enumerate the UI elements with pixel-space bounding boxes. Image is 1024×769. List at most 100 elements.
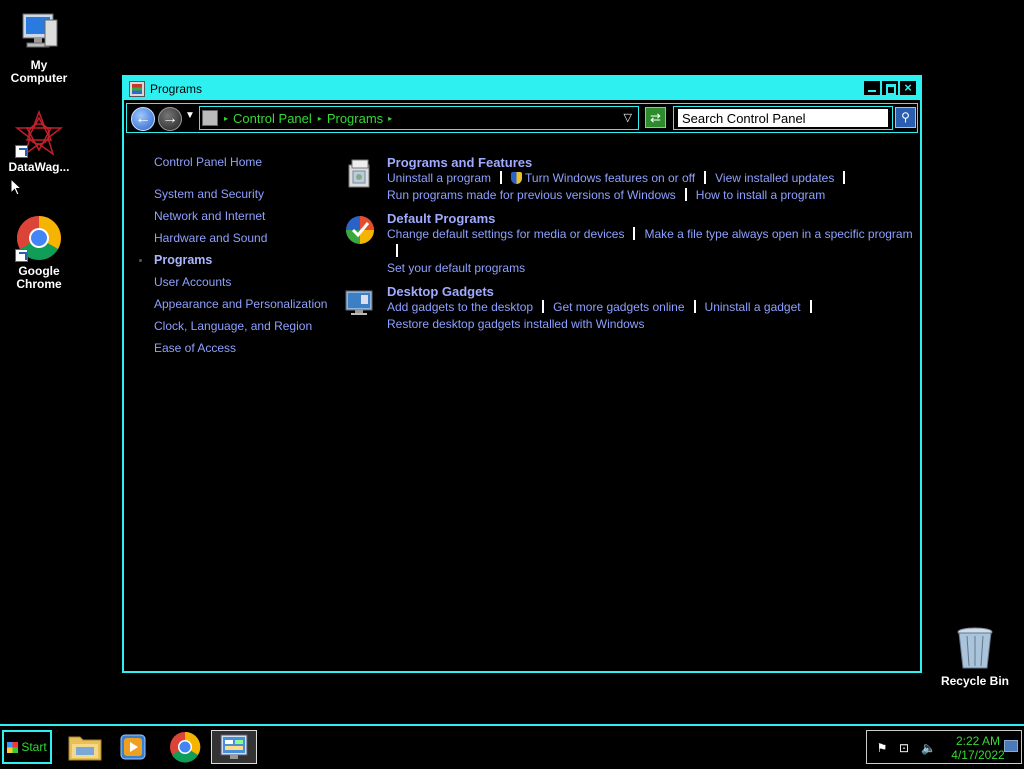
nav-link-ease-of-access[interactable]: Ease of Access <box>154 337 334 359</box>
nav-link-programs[interactable]: Programs <box>139 249 334 271</box>
nav-link-appearance-and-personalization[interactable]: Appearance and Personalization <box>154 293 334 315</box>
chevron-right-icon[interactable]: ▸ <box>318 114 322 123</box>
how-to-install-link[interactable]: How to install a program <box>696 188 825 202</box>
change-media-defaults-link[interactable]: Change default settings for media or dev… <box>387 227 624 241</box>
run-older-programs-link[interactable]: Run programs made for previous versions … <box>387 188 676 202</box>
section-title[interactable]: Default Programs <box>387 211 914 226</box>
volume-icon[interactable]: 🔈 <box>921 741 936 755</box>
back-button[interactable]: ← <box>131 107 155 131</box>
window-controls: × <box>864 81 916 95</box>
turn-windows-features-link[interactable]: Turn Windows features on or off <box>525 171 695 185</box>
close-button[interactable]: × <box>900 81 916 95</box>
arrow-left-icon: ← <box>135 110 151 127</box>
nav-link-hardware-and-sound[interactable]: Hardware and Sound <box>154 227 334 249</box>
desktop-icon-label: DataWag... <box>8 160 70 174</box>
address-dropdown-button[interactable]: ▽ <box>624 111 632 124</box>
breadcrumb-programs[interactable]: ▸ Programs ▸ <box>318 111 397 126</box>
arrow-right-icon: → <box>162 110 178 127</box>
address-bar[interactable]: ▸ Control Panel ▸ Programs ▸ ▽ <box>199 106 639 130</box>
link-separator <box>704 171 707 184</box>
desktop-gadgets-icon <box>344 286 376 318</box>
taskbar-chrome[interactable] <box>162 730 208 764</box>
link-separator <box>542 300 545 313</box>
restore-gadgets-link[interactable]: Restore desktop gadgets installed with W… <box>387 317 644 331</box>
nav-link-system-and-security[interactable]: System and Security <box>154 183 334 205</box>
desktop-icon-label: Recycle Bin <box>940 674 1010 688</box>
control-panel-home-link[interactable]: Control Panel Home <box>154 151 334 173</box>
network-icon[interactable]: ⊡ <box>897 741 911 755</box>
default-programs-icon <box>344 213 376 245</box>
chevron-right-icon[interactable]: ▸ <box>388 114 392 123</box>
chrome-icon <box>170 731 201 763</box>
clock-date: 4/17/2022 <box>951 748 1005 762</box>
link-separator <box>500 171 503 184</box>
search-input[interactable] <box>678 109 888 127</box>
window-title: Programs <box>150 81 203 96</box>
view-installed-updates-link[interactable]: View installed updates <box>715 171 834 185</box>
section-title[interactable]: Programs and Features <box>387 155 914 170</box>
uninstall-gadget-link[interactable]: Uninstall a gadget <box>705 300 801 314</box>
uninstall-program-link[interactable]: Uninstall a program <box>387 171 491 185</box>
window-titlebar[interactable]: Programs × <box>124 77 920 100</box>
action-center-flag-icon[interactable]: ⚑ <box>875 741 889 755</box>
desktop-icon-label: My Computer <box>10 58 68 85</box>
navigation-bar: ← → ▼ ▸ Control Panel ▸ Programs ▸ ▽ ⇄ ⚲ <box>126 103 918 133</box>
desktop-icon-my-computer[interactable]: My Computer <box>1 8 77 85</box>
left-navigation: Control Panel Home System and Security N… <box>139 151 334 359</box>
search-button[interactable]: ⚲ <box>895 107 916 128</box>
add-gadgets-link[interactable]: Add gadgets to the desktop <box>387 300 533 314</box>
link-separator <box>396 244 398 257</box>
windows-logo-icon <box>7 741 19 753</box>
system-tray: ⚑ ⊡ 🔈 2:22 AM 4/17/2022 <box>866 730 1022 764</box>
refresh-icon: ⇄ <box>650 110 661 125</box>
file-type-association-link[interactable]: Make a file type always open in a specif… <box>644 227 912 241</box>
breadcrumb-control-panel[interactable]: ▸ Control Panel <box>224 111 312 126</box>
search-icon: ⚲ <box>901 110 910 124</box>
clock-time: 2:22 AM <box>955 734 1001 748</box>
desktop-icon-datawag[interactable]: DataWag... <box>1 109 77 174</box>
start-button[interactable]: Start <box>2 730 52 764</box>
taskbar: Start ⚑ ⊡ 🔈 2:22 AM 4/17/2022 <box>0 724 1024 768</box>
programs-features-icon <box>344 157 376 189</box>
section-links: Change default settings for media or dev… <box>387 226 914 277</box>
recent-pages-dropdown[interactable]: ▼ <box>185 110 195 121</box>
main-content: Programs and Features Uninstall a progra… <box>344 155 914 339</box>
section-desktop-gadgets: Desktop Gadgets Add gadgets to the deskt… <box>344 284 914 333</box>
control-panel-window: Programs × ← → ▼ ▸ Control Panel ▸ Progr… <box>122 75 922 673</box>
taskbar-media-player[interactable] <box>110 730 156 764</box>
show-desktop-button[interactable] <box>1004 740 1018 752</box>
media-player-icon <box>120 734 146 760</box>
refresh-button[interactable]: ⇄ <box>645 107 666 128</box>
chevron-right-icon[interactable]: ▸ <box>224 114 228 123</box>
section-links: Uninstall a program Turn Windows features… <box>387 170 914 204</box>
get-more-gadgets-link[interactable]: Get more gadgets online <box>553 300 684 314</box>
shortcut-arrow-icon <box>15 249 28 262</box>
nav-link-user-accounts[interactable]: User Accounts <box>154 271 334 293</box>
section-default-programs: Default Programs Change default settings… <box>344 211 914 277</box>
shortcut-arrow-icon <box>15 145 28 158</box>
link-separator <box>843 171 846 184</box>
uac-shield-icon <box>511 172 523 184</box>
link-separator <box>633 227 636 240</box>
section-title[interactable]: Desktop Gadgets <box>387 284 914 299</box>
taskbar-explorer[interactable] <box>62 730 108 764</box>
section-programs-and-features: Programs and Features Uninstall a progra… <box>344 155 914 204</box>
desktop-icon-label: Google Chrome <box>16 264 62 291</box>
chrome-icon <box>15 214 63 262</box>
section-links: Add gadgets to the desktop Get more gadge… <box>387 299 914 333</box>
forward-button[interactable]: → <box>158 107 182 131</box>
minimize-button[interactable] <box>864 81 880 95</box>
maximize-button[interactable] <box>882 81 898 95</box>
desktop-icon-recycle-bin[interactable]: Recycle Bin <box>937 624 1013 688</box>
link-separator <box>693 300 696 313</box>
datawag-app-icon <box>14 109 64 158</box>
recycle-bin-icon <box>951 624 999 672</box>
control-panel-icon <box>202 110 218 126</box>
clock[interactable]: 2:22 AM 4/17/2022 <box>943 734 1013 762</box>
taskbar-control-panel[interactable] <box>211 730 257 764</box>
desktop-icon-google-chrome[interactable]: Google Chrome <box>1 214 77 291</box>
nav-link-clock-language-region[interactable]: Clock, Language, and Region <box>154 315 334 337</box>
set-default-programs-link[interactable]: Set your default programs <box>387 261 525 275</box>
link-separator <box>809 300 812 313</box>
nav-link-network-and-internet[interactable]: Network and Internet <box>154 205 334 227</box>
